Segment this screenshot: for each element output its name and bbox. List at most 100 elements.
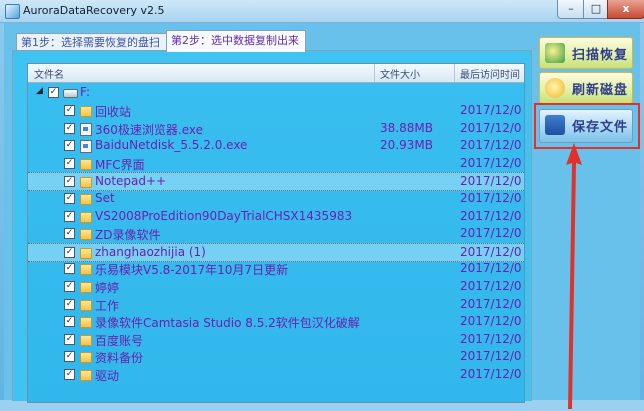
file-name: ZD录像软件 — [95, 228, 161, 243]
checkbox[interactable]: ✓ — [48, 87, 59, 98]
exe-file-icon — [80, 122, 92, 136]
last-access-time: 2017/12/0 — [460, 314, 522, 329]
title-bar[interactable]: AuroraDataRecovery v2.5 – □ x — [0, 0, 644, 23]
tab-step-2[interactable]: 第2步：选中数据复制出来 — [166, 30, 306, 52]
folder-icon — [80, 247, 92, 259]
file-size: 38.88MB — [380, 120, 433, 135]
last-access-time: 2017/12/0 — [460, 174, 522, 189]
checkbox[interactable]: ✓ — [64, 298, 75, 310]
arrow-shape — [566, 143, 582, 409]
last-access-time: 2017/12/0 — [460, 367, 522, 381]
last-access-time: 2017/12/0 — [460, 120, 522, 135]
app-icon — [5, 4, 20, 19]
column-divider[interactable] — [374, 64, 375, 82]
checkbox[interactable]: ✓ — [64, 333, 75, 345]
list-item[interactable]: ✓ Set 2017/12/0 — [28, 190, 524, 208]
checkbox[interactable]: ✓ — [64, 210, 75, 222]
folder-icon — [80, 299, 92, 311]
checkbox[interactable]: ✓ — [64, 176, 75, 188]
tree-root-row[interactable]: ◢ ✓ F: — [28, 84, 524, 102]
folder-icon — [80, 264, 92, 276]
last-access-time: 2017/12/0 — [460, 261, 522, 276]
list-item[interactable]: ✓ ZD录像软件 2017/12/0 — [28, 225, 524, 243]
last-access-time: 2017/12/0 — [460, 349, 522, 364]
checkbox[interactable]: ✓ — [64, 193, 75, 204]
bulb-icon — [545, 78, 565, 98]
file-name: MFC界面 — [95, 157, 145, 172]
list-item[interactable]: ✓ BaiduNetdisk_5.5.2.0.exe 20.93MB 2017/12/… — [28, 137, 524, 155]
last-access-time: 2017/12/0 — [460, 155, 522, 170]
folder-icon — [80, 106, 92, 117]
list-item[interactable]: ✓ 360极速浏览器.exe 38.88MB 2017/12/0 — [28, 120, 524, 138]
checkbox[interactable]: ✓ — [64, 105, 75, 116]
folder-icon — [80, 352, 92, 364]
list-item[interactable]: ✓ zhanghaozhijia (1) 2017/12/0 — [28, 242, 524, 262]
checkbox[interactable]: ✓ — [64, 228, 75, 240]
list-item[interactable]: ✓ Notepad++ 2017/12/0 — [28, 172, 524, 192]
checkbox[interactable]: ✓ — [64, 263, 75, 275]
file-name: 回收站 — [95, 105, 132, 119]
folder-icon — [80, 211, 92, 223]
last-access-time: 2017/12/0 — [460, 138, 522, 153]
save-file-label: 保存文件 — [572, 120, 629, 135]
list-item[interactable]: ✓ 录像软件Camtasia Studio 8.5.2软件包汉化破解 2017/12… — [28, 313, 524, 331]
folder-icon — [80, 317, 92, 329]
checkbox[interactable]: ✓ — [64, 246, 75, 258]
folder-icon — [80, 370, 92, 381]
checkbox[interactable]: ✓ — [64, 369, 75, 380]
tab-panel-step-2: 文件名 文件大小 最后访问时间 ◢ ✓ F: ✓ 回收站 2017/12/0 ✓ 360… — [12, 50, 532, 403]
last-access-time: 2017/12/0 — [460, 226, 522, 241]
refresh-disk-button[interactable]: 刷新磁盘 — [539, 72, 633, 104]
file-name: zhanghaozhijia (1) — [95, 244, 206, 259]
checkbox[interactable]: ✓ — [64, 122, 75, 134]
file-list[interactable]: 文件名 文件大小 最后访问时间 ◢ ✓ F: ✓ 回收站 2017/12/0 ✓ 360… — [27, 63, 525, 403]
list-item[interactable]: ✓ 百度账号 2017/12/0 — [28, 331, 524, 349]
list-item[interactable]: ✓ 工作 2017/12/0 — [28, 296, 524, 314]
tab-step-1[interactable]: 第1步：选择需要恢复的盘扫描 — [16, 33, 170, 66]
column-header-size[interactable]: 文件大小 — [380, 66, 420, 81]
window-title: AuroraDataRecovery v2.5 — [23, 4, 165, 17]
save-file-button[interactable]: 保存文件 — [539, 109, 633, 143]
save-icon — [545, 115, 565, 135]
last-access-time: 2017/12/0 — [460, 103, 522, 117]
checkbox[interactable]: ✓ — [64, 157, 75, 169]
folder-icon — [80, 229, 92, 241]
file-name: Notepad++ — [95, 174, 167, 189]
last-access-time: 2017/12/0 — [460, 331, 522, 346]
file-name: 驱动 — [95, 369, 120, 383]
exe-file-icon — [80, 140, 92, 154]
file-name: 360极速浏览器.exe — [95, 122, 204, 137]
file-name: 百度账号 — [95, 333, 144, 348]
drive-label: F: — [80, 85, 91, 99]
file-name: 乐易模块V5.8-2017年10月7日更新 — [95, 263, 289, 278]
close-button[interactable]: x — [607, 0, 644, 19]
checkbox[interactable]: ✓ — [64, 316, 75, 328]
column-header-date[interactable]: 最后访问时间 — [460, 66, 520, 81]
last-access-time: 2017/12/0 — [460, 279, 522, 293]
file-name: Set — [95, 191, 115, 205]
checkbox[interactable]: ✓ — [64, 281, 75, 292]
column-header-name[interactable]: 文件名 — [34, 66, 64, 81]
folder-icon — [80, 194, 92, 205]
collapse-arrow-icon[interactable]: ◢ — [36, 86, 43, 96]
last-access-time: 2017/12/0 — [460, 208, 522, 223]
scan-icon — [545, 43, 565, 63]
maximize-button[interactable]: □ — [583, 0, 609, 19]
list-header: 文件名 文件大小 最后访问时间 — [28, 64, 524, 83]
list-item[interactable]: ✓ VS2008ProEdition90DayTrialCHSX1435983 20… — [28, 208, 524, 226]
list-item[interactable]: ✓ MFC界面 2017/12/0 — [28, 155, 524, 173]
list-item[interactable]: ✓ 回收站 2017/12/0 — [28, 102, 524, 120]
list-item[interactable]: ✓ 乐易模块V5.8-2017年10月7日更新 2017/12/0 — [28, 260, 524, 278]
scan-recover-button[interactable]: 扫描恢复 — [539, 37, 633, 69]
list-item[interactable]: ✓ 驱动 2017/12/0 — [28, 366, 524, 384]
minimize-button[interactable]: – — [557, 0, 585, 19]
file-name: 资料备份 — [95, 351, 144, 366]
checkbox[interactable]: ✓ — [64, 351, 75, 363]
last-access-time: 2017/12/0 — [460, 191, 522, 205]
list-item[interactable]: ✓ 婷婷 2017/12/0 — [28, 278, 524, 296]
file-size: 20.93MB — [380, 138, 433, 153]
list-item[interactable]: ✓ 资料备份 2017/12/0 — [28, 348, 524, 366]
app-window: AuroraDataRecovery v2.5 – □ x 第1步：选择需要恢复… — [0, 0, 644, 409]
checkbox[interactable]: ✓ — [64, 140, 75, 152]
column-divider[interactable] — [454, 64, 455, 82]
